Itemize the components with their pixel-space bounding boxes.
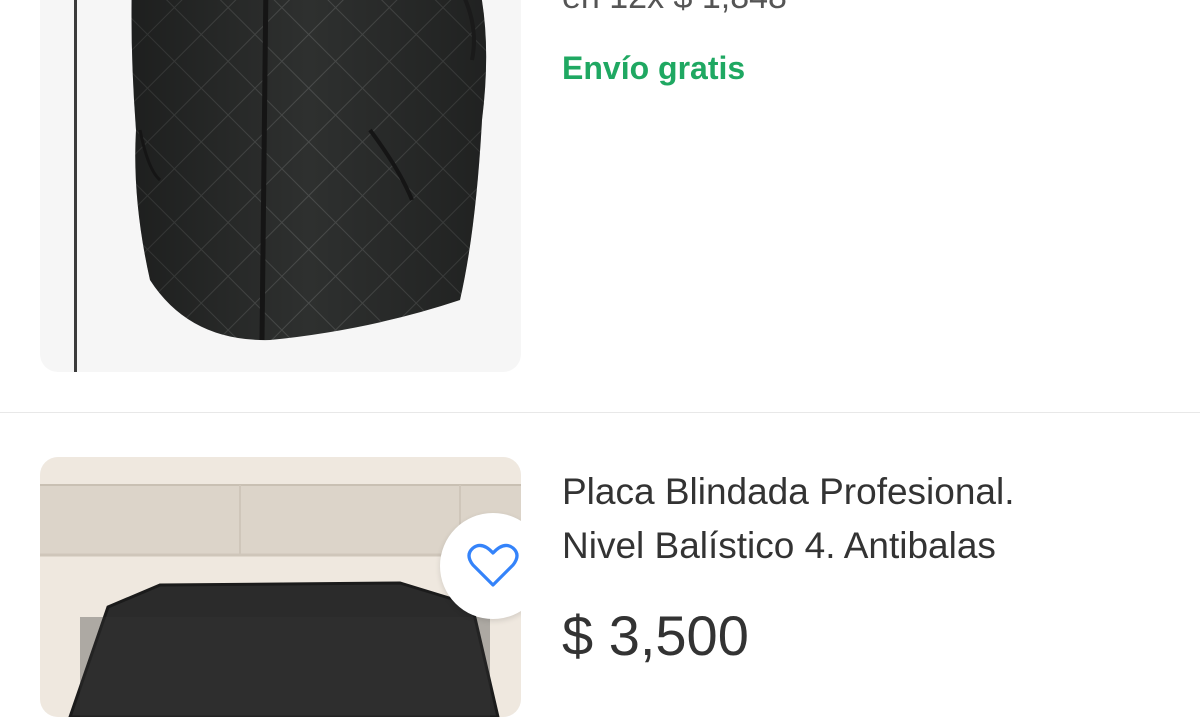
product-card[interactable]: Placa Blindada Profesional. Nivel Balíst…: [0, 413, 1200, 717]
product-image[interactable]: [40, 457, 521, 717]
title-line-2: Nivel Balístico 4. Antibalas: [562, 525, 996, 566]
title-line-1: Placa Blindada Profesional.: [562, 471, 1015, 512]
vest-image: [74, 0, 487, 372]
heart-icon: [467, 543, 519, 587]
installments-text: en 12x $ 1,848: [562, 0, 787, 17]
free-shipping-label: Envío gratis: [562, 50, 746, 86]
product-image[interactable]: [40, 0, 521, 372]
product-price: $ 3,500: [562, 604, 749, 667]
product-title[interactable]: Placa Blindada Profesional. Nivel Balíst…: [562, 465, 1162, 573]
product-card[interactable]: en 12x $ 1,848 Envío gratis: [0, 0, 1200, 412]
